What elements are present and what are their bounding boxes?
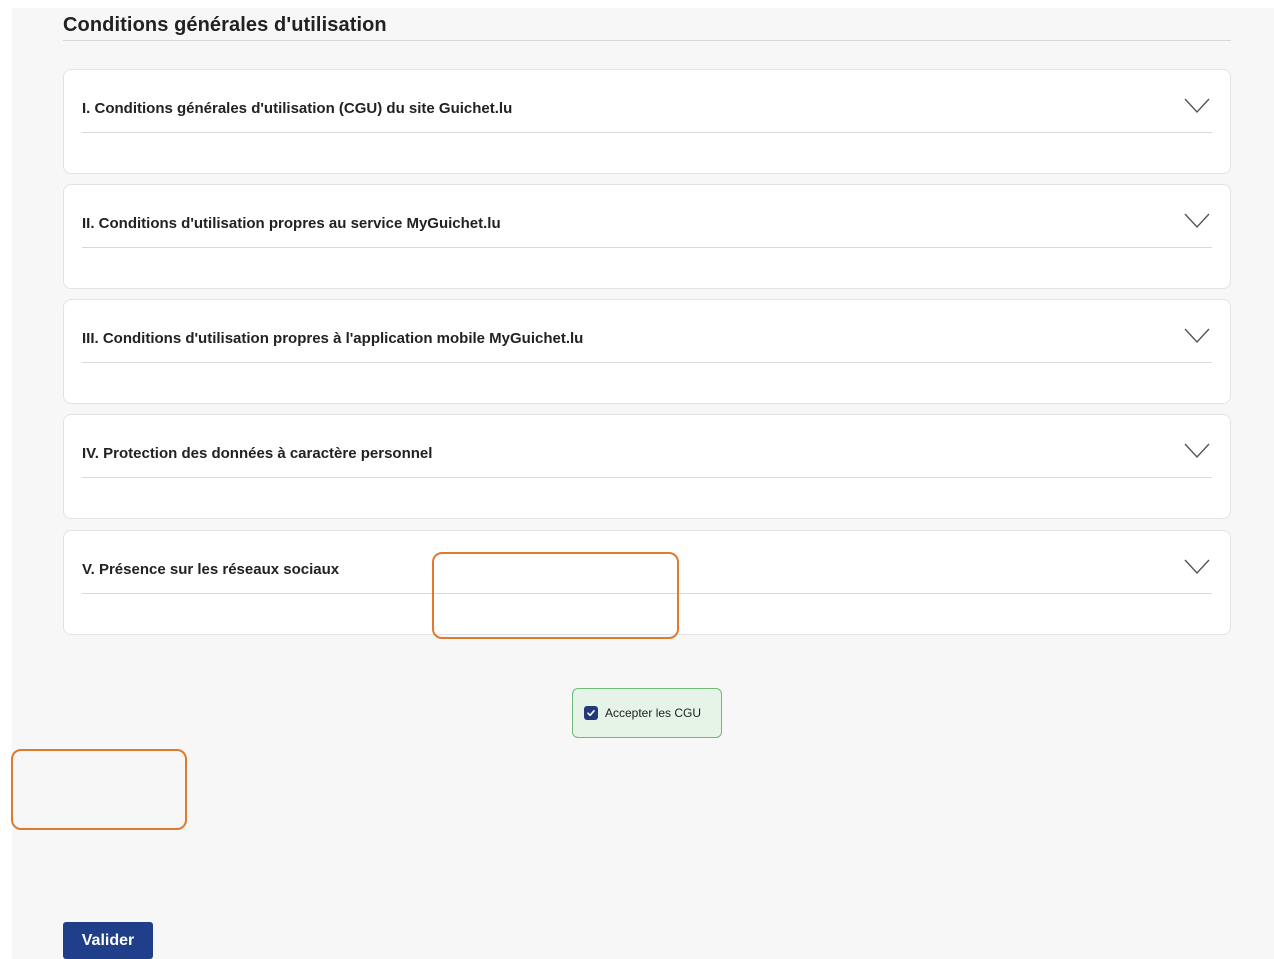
chevron-down-icon[interactable] xyxy=(1184,98,1210,114)
highlight-box xyxy=(432,552,679,639)
accordion-header-myguichet-service[interactable]: II. Conditions d'utilisation propres au … xyxy=(82,185,1212,248)
accordion-title: V. Présence sur les réseaux sociaux xyxy=(82,561,340,578)
accordion-title: III. Conditions d'utilisation propres à … xyxy=(82,330,584,347)
accordion-myguichet-service: II. Conditions d'utilisation propres au … xyxy=(63,184,1231,289)
accept-cgu-checkbox[interactable]: Accepter les CGU xyxy=(572,688,722,738)
highlight-box xyxy=(11,749,187,830)
accordion-title: I. Conditions générales d'utilisation (C… xyxy=(82,100,513,117)
section-title: Conditions générales d'utilisation xyxy=(63,14,387,36)
accordion-cgu-site: I. Conditions générales d'utilisation (C… xyxy=(63,69,1231,174)
validate-button[interactable]: Valider xyxy=(63,922,153,959)
accept-cgu-label: Accepter les CGU xyxy=(605,706,702,720)
chevron-down-icon[interactable] xyxy=(1184,328,1210,344)
accordion-header-cgu-site[interactable]: I. Conditions générales d'utilisation (C… xyxy=(82,70,1212,133)
checkmark-icon xyxy=(587,709,595,717)
accordion-header-mobile-app[interactable]: III. Conditions d'utilisation propres à … xyxy=(82,300,1212,363)
chevron-down-icon[interactable] xyxy=(1184,559,1210,575)
accordion-title: II. Conditions d'utilisation propres au … xyxy=(82,215,501,232)
accordion-header-data-protection[interactable]: IV. Protection des données à caractère p… xyxy=(82,415,1212,478)
accordion-data-protection: IV. Protection des données à caractère p… xyxy=(63,414,1231,519)
chevron-down-icon[interactable] xyxy=(1184,443,1210,459)
chevron-down-icon[interactable] xyxy=(1184,213,1210,229)
section-divider xyxy=(63,40,1231,41)
checkbox[interactable] xyxy=(584,706,598,720)
accordion-title: IV. Protection des données à caractère p… xyxy=(82,445,433,462)
accordion-mobile-app: III. Conditions d'utilisation propres à … xyxy=(63,299,1231,404)
